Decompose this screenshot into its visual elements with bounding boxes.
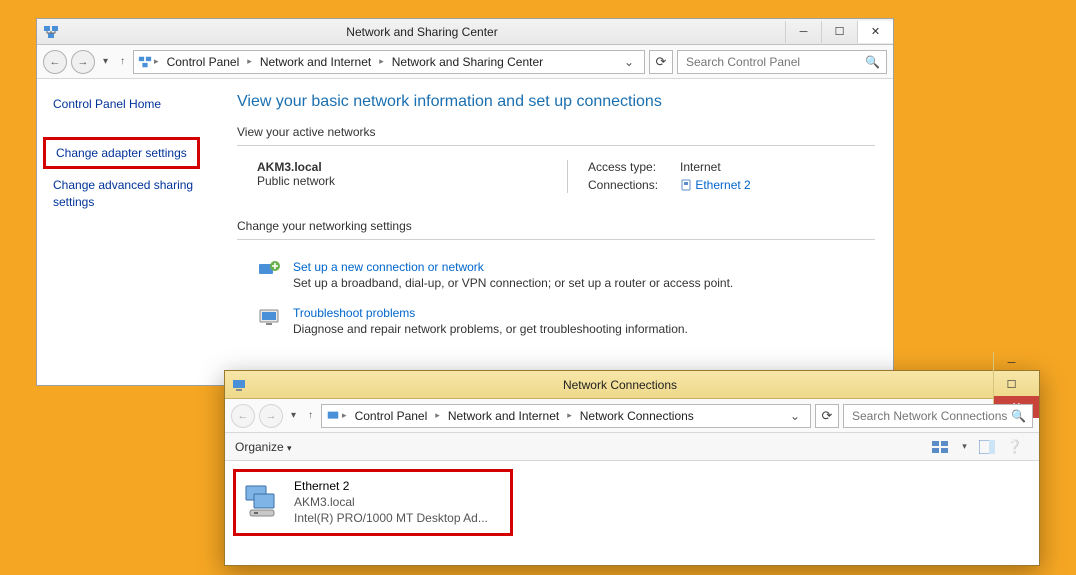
refresh-button[interactable]: ⟳ — [649, 50, 673, 74]
network-type: Public network — [257, 174, 537, 188]
setup-connection-desc: Set up a broadband, dial-up, or VPN conn… — [293, 276, 733, 290]
toolbar: Organize ▾ ▾ ❔ — [225, 433, 1039, 461]
access-type-label: Access type: — [588, 160, 668, 174]
address-dropdown-icon[interactable]: ⌄ — [784, 409, 806, 423]
maximize-button[interactable]: ☐ — [993, 374, 1029, 396]
chevron-right-icon: ▸ — [154, 56, 159, 67]
connection-link[interactable]: Ethernet 2 — [680, 178, 751, 193]
ethernet-icon — [680, 179, 692, 193]
back-button[interactable]: ← — [231, 404, 255, 428]
crumb-control-panel[interactable]: Control Panel — [161, 53, 246, 71]
divider — [237, 145, 875, 146]
sidebar: Control Panel Home Change adapter settin… — [37, 79, 237, 385]
active-networks-label: View your active networks — [237, 125, 875, 139]
preview-pane-button[interactable] — [973, 440, 1001, 454]
search-input[interactable] — [684, 54, 865, 70]
network-icon — [138, 55, 152, 69]
connection-adapter: Intel(R) PRO/1000 MT Desktop Ad... — [294, 510, 488, 526]
troubleshoot-item[interactable]: Troubleshoot problems Diagnose and repai… — [237, 300, 875, 346]
address-bar-row: ← → ▾ ↑ ▸ Control Panel ▸ Network and In… — [225, 399, 1039, 433]
change-settings-label: Change your networking settings — [237, 219, 875, 233]
help-button[interactable]: ❔ — [1001, 439, 1029, 455]
network-name: AKM3.local — [257, 160, 537, 174]
window-title: Network Connections — [247, 378, 993, 392]
refresh-button[interactable]: ⟳ — [815, 404, 839, 428]
adapter-icon — [244, 484, 284, 520]
address-bar-row: ← → ▾ ↑ ▸ Control Panel ▸ Network and In… — [37, 45, 893, 79]
crumb-network-connections[interactable]: Network Connections — [574, 407, 700, 425]
connection-domain: AKM3.local — [294, 494, 488, 510]
search-box[interactable]: 🔍 — [677, 50, 887, 74]
setup-connection-icon — [257, 260, 281, 290]
search-icon[interactable]: 🔍 — [1011, 409, 1026, 423]
chevron-right-icon: ▸ — [567, 410, 572, 421]
change-adapter-settings-link[interactable]: Change adapter settings — [43, 137, 200, 169]
crumb-control-panel[interactable]: Control Panel — [349, 407, 434, 425]
breadcrumb[interactable]: ▸ Control Panel ▸ Network and Internet ▸… — [133, 50, 645, 74]
access-type-value: Internet — [680, 160, 721, 174]
network-connections-window: Network Connections ─ ☐ ✕ ← → ▾ ↑ ▸ Cont… — [224, 370, 1040, 566]
forward-button[interactable]: → — [71, 50, 95, 74]
setup-connection-item[interactable]: Set up a new connection or network Set u… — [237, 254, 875, 300]
network-connections-icon — [231, 377, 247, 393]
connection-name: Ethernet 2 — [294, 478, 488, 494]
minimize-button[interactable]: ─ — [785, 21, 821, 43]
window-title: Network and Sharing Center — [59, 25, 785, 39]
connections-label: Connections: — [588, 178, 668, 193]
change-advanced-sharing-link[interactable]: Change advanced sharing settings — [51, 173, 223, 215]
recent-dropdown-icon[interactable]: ▾ — [287, 410, 300, 421]
chevron-right-icon: ▸ — [342, 410, 347, 421]
active-network-row: AKM3.local Public network Access type: I… — [237, 160, 875, 193]
content-area: Ethernet 2 AKM3.local Intel(R) PRO/1000 … — [225, 461, 1039, 544]
organize-menu[interactable]: Organize ▾ — [235, 440, 292, 454]
up-button[interactable]: ↑ — [116, 56, 129, 67]
connection-item-ethernet2[interactable]: Ethernet 2 AKM3.local Intel(R) PRO/1000 … — [233, 469, 513, 536]
page-title: View your basic network information and … — [237, 93, 875, 111]
setup-connection-link[interactable]: Set up a new connection or network — [293, 260, 733, 274]
network-connections-icon — [326, 409, 340, 423]
close-button[interactable]: ✕ — [857, 21, 893, 43]
up-button[interactable]: ↑ — [304, 410, 317, 421]
view-dropdown-icon[interactable]: ▾ — [956, 441, 973, 452]
control-panel-home-link[interactable]: Control Panel Home — [51, 93, 223, 115]
view-options-button[interactable] — [926, 440, 956, 454]
divider — [237, 239, 875, 240]
chevron-down-icon: ▾ — [287, 443, 292, 453]
troubleshoot-link[interactable]: Troubleshoot problems — [293, 306, 688, 320]
chevron-right-icon: ▸ — [247, 56, 252, 67]
connection-name: Ethernet 2 — [695, 178, 750, 192]
network-sharing-window: Network and Sharing Center ─ ☐ ✕ ← → ▾ ↑… — [36, 18, 894, 386]
search-input[interactable] — [850, 408, 1011, 424]
forward-button[interactable]: → — [259, 404, 283, 428]
search-box[interactable]: 🔍 — [843, 404, 1033, 428]
address-dropdown-icon[interactable]: ⌄ — [618, 55, 640, 69]
chevron-right-icon: ▸ — [435, 410, 440, 421]
chevron-right-icon: ▸ — [379, 56, 384, 67]
recent-dropdown-icon[interactable]: ▾ — [99, 56, 112, 67]
troubleshoot-icon — [257, 306, 281, 336]
titlebar[interactable]: Network and Sharing Center ─ ☐ ✕ — [37, 19, 893, 45]
back-button[interactable]: ← — [43, 50, 67, 74]
crumb-network-internet[interactable]: Network and Internet — [254, 53, 377, 71]
crumb-network-sharing[interactable]: Network and Sharing Center — [386, 53, 549, 71]
minimize-button[interactable]: ─ — [993, 352, 1029, 374]
search-icon[interactable]: 🔍 — [865, 55, 880, 69]
titlebar[interactable]: Network Connections ─ ☐ ✕ — [225, 371, 1039, 399]
network-icon — [43, 24, 59, 40]
content-pane: View your basic network information and … — [237, 79, 893, 385]
breadcrumb[interactable]: ▸ Control Panel ▸ Network and Internet ▸… — [321, 404, 811, 428]
crumb-network-internet[interactable]: Network and Internet — [442, 407, 565, 425]
maximize-button[interactable]: ☐ — [821, 21, 857, 43]
troubleshoot-desc: Diagnose and repair network problems, or… — [293, 322, 688, 336]
